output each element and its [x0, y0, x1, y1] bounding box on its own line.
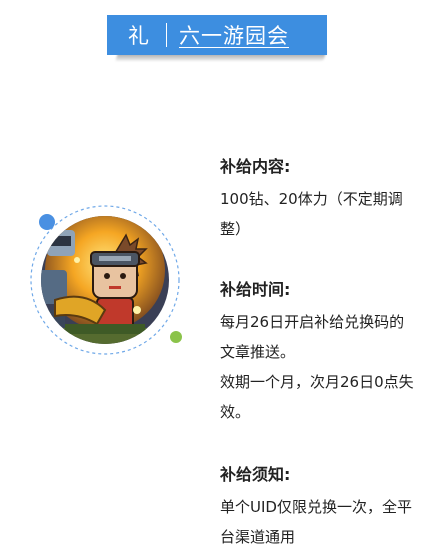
supply-time-section: 补给时间: 每月26日开启补给兑换码的 文章推送。 效期一个月，次月26日0点失… — [220, 278, 420, 427]
supply-notice-body: 单个UID仅限兑换一次，全平 台渠道通用 — [220, 492, 420, 552]
banner-divider — [166, 23, 167, 47]
supply-notice-heading: 补给须知: — [220, 465, 291, 484]
supply-time-line: 效期一个月，次月26日0点失 — [220, 373, 414, 391]
green-dot — [170, 331, 182, 343]
supply-content-section: 补给内容: 100钻、20体力（不定期调 整） — [220, 155, 420, 244]
supply-content-heading: 补给内容: — [220, 157, 291, 176]
game-art-image — [30, 205, 182, 355]
event-banner: 礼 六一游园会 — [107, 15, 327, 62]
supply-time-line: 每月26日开启补给兑换码的 — [220, 313, 405, 331]
supply-notice-line: 单个UID仅限兑换一次，全平 — [220, 498, 412, 516]
gift-label: 礼 — [128, 24, 150, 48]
supply-time-line: 文章推送。 — [220, 343, 296, 361]
supply-time-heading: 补给时间: — [220, 280, 291, 299]
supply-notice-section: 补给须知: 单个UID仅限兑换一次，全平 台渠道通用 — [220, 463, 420, 552]
supply-notice-line: 台渠道通用 — [220, 528, 296, 546]
supply-content-line: 100钻、20体力（不定期调 — [220, 190, 403, 208]
blue-dot — [39, 214, 55, 230]
supply-time-body: 每月26日开启补给兑换码的 文章推送。 效期一个月，次月26日0点失 效。 — [220, 307, 420, 427]
supply-content-line: 整） — [220, 220, 251, 238]
supply-time-line: 效。 — [220, 403, 251, 421]
banner-box: 礼 六一游园会 — [107, 15, 327, 55]
supply-content-body: 100钻、20体力（不定期调 整） — [220, 184, 420, 244]
banner-title: 六一游园会 — [179, 24, 289, 48]
